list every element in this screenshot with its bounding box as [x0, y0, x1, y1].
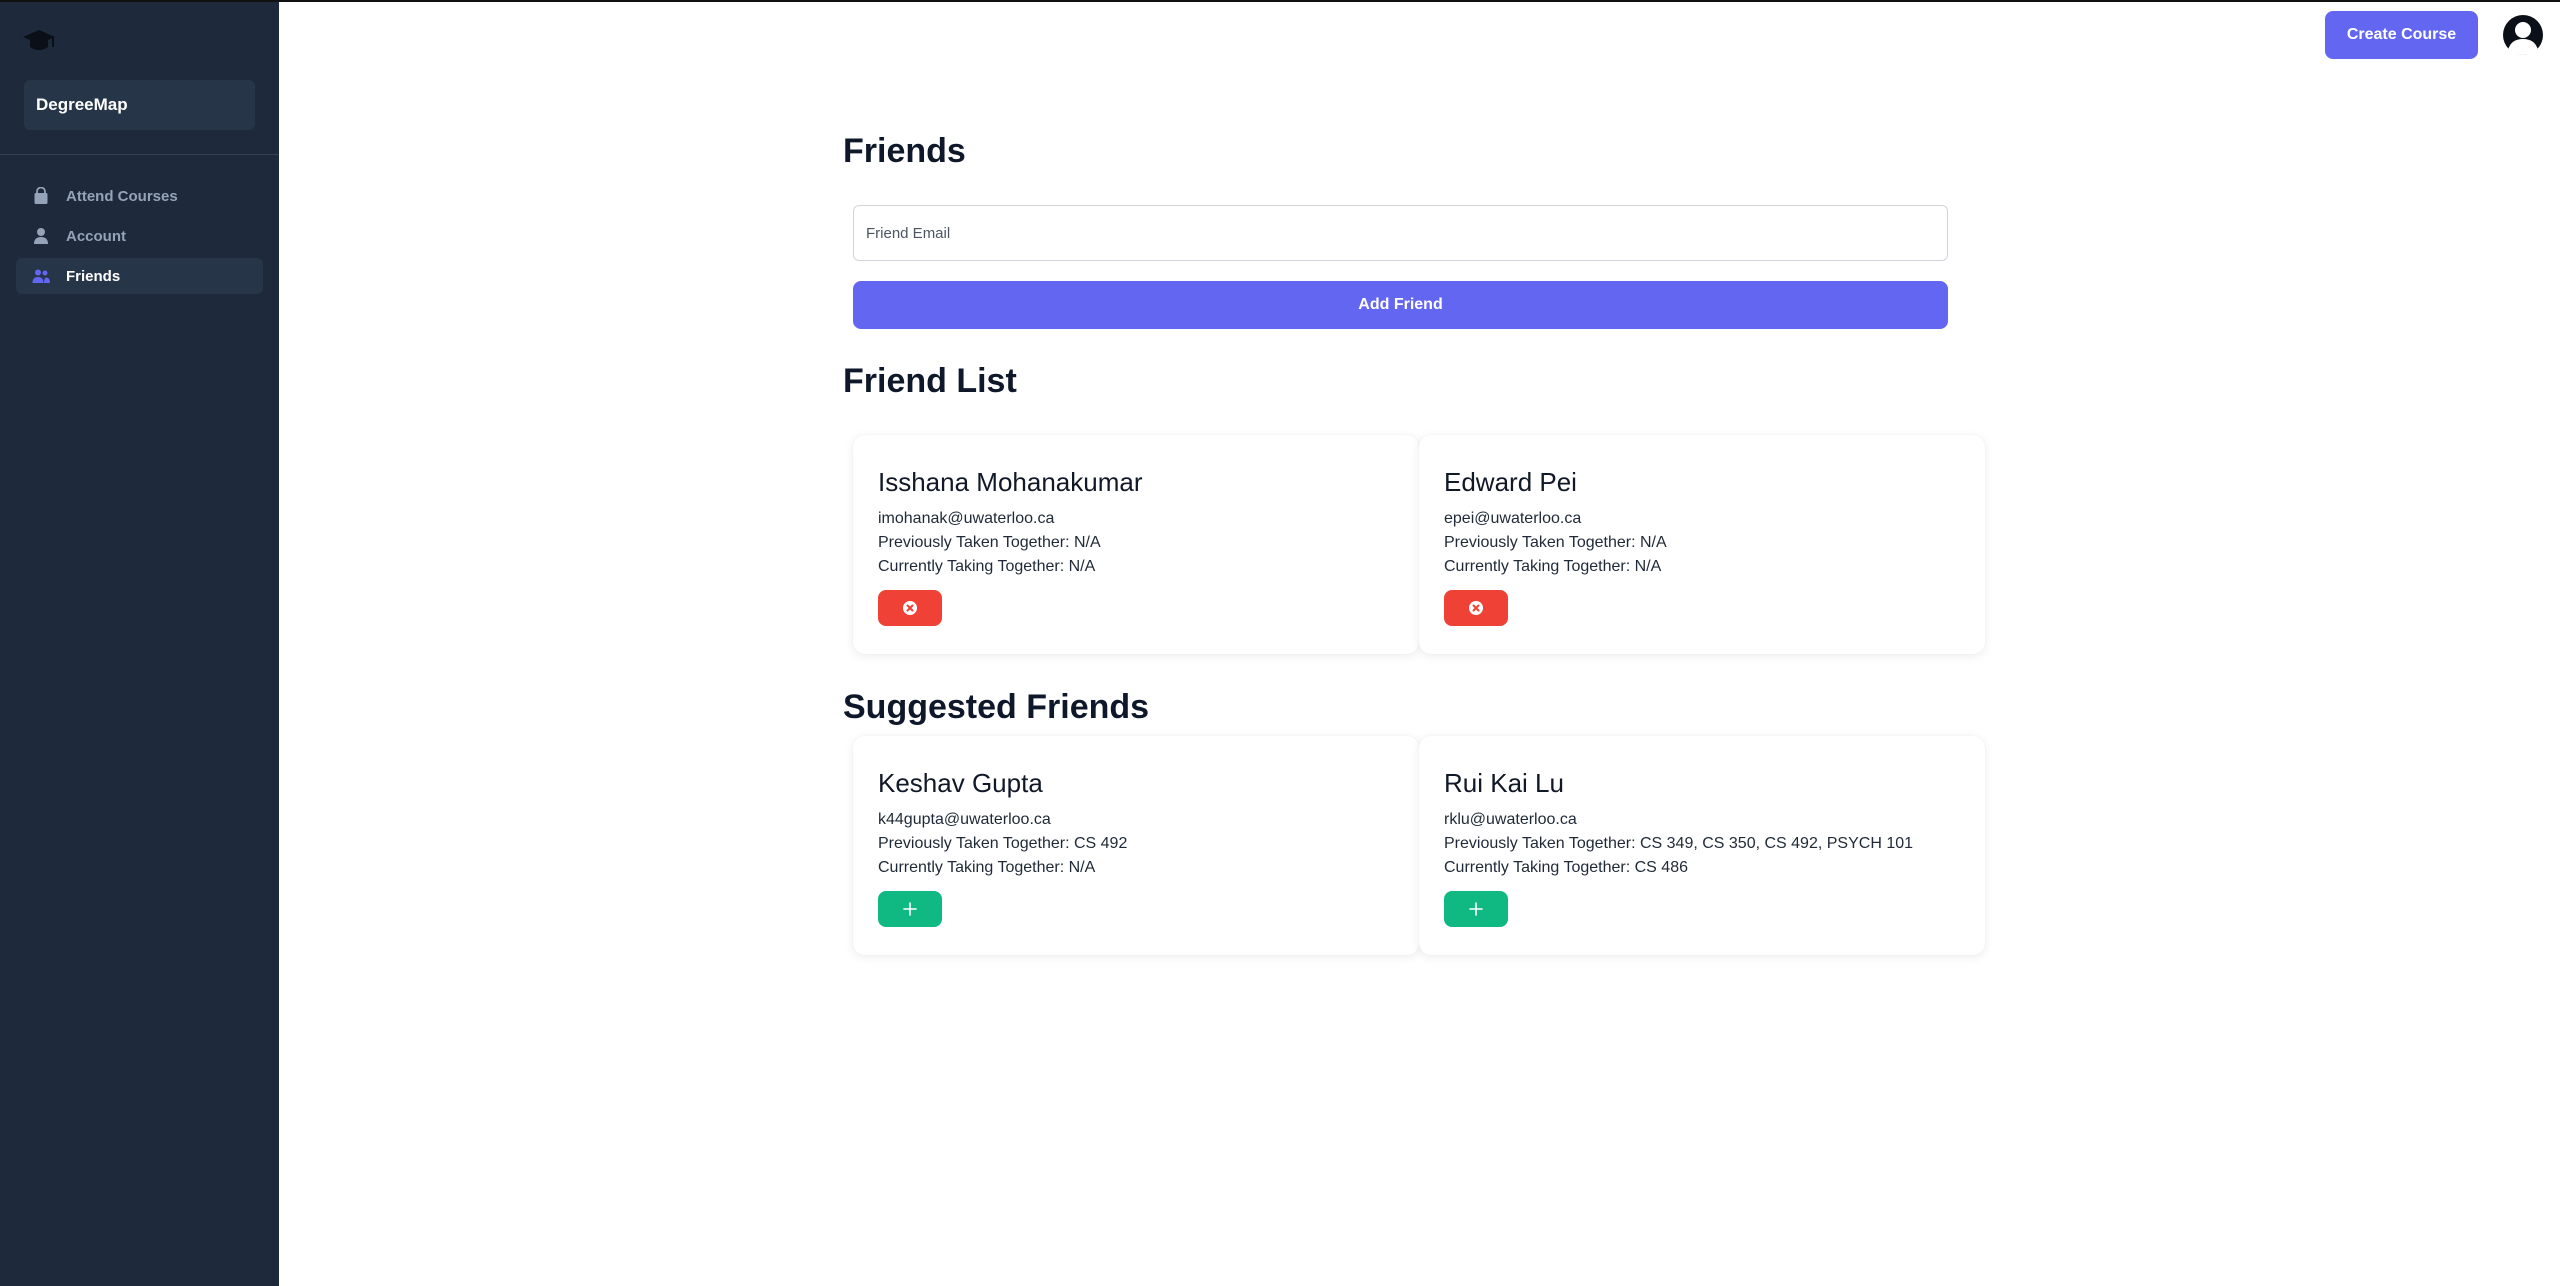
suggested-friend-card: Keshav Gupta k44gupta@uwaterloo.ca Previ…	[853, 736, 1419, 955]
previously-taken: Previously Taken Together: N/A	[1444, 534, 1667, 551]
friend-email: rklu@uwaterloo.ca	[1444, 811, 1577, 828]
friend-list-title: Friend List	[843, 362, 1017, 400]
friend-email-input[interactable]	[853, 205, 1948, 261]
friend-email: k44gupta@uwaterloo.ca	[878, 811, 1051, 828]
plus-icon	[1469, 902, 1483, 916]
sidebar-divider	[0, 154, 279, 155]
sidebar-item-attend-courses[interactable]: Attend Courses	[16, 178, 263, 214]
currently-taking: Currently Taking Together: N/A	[878, 859, 1096, 876]
currently-taking: Currently Taking Together: N/A	[878, 558, 1096, 575]
add-suggested-friend-button[interactable]	[1444, 891, 1508, 927]
sidebar-item-account[interactable]: Account	[16, 218, 263, 254]
friend-email: epei@uwaterloo.ca	[1444, 510, 1582, 527]
friend-name: Rui Kai Lu	[1444, 768, 1564, 798]
graduation-cap-icon[interactable]	[22, 28, 56, 54]
friend-card: Edward Pei epei@uwaterloo.ca Previously …	[1419, 435, 1985, 654]
add-friend-button[interactable]: Add Friend	[853, 281, 1948, 329]
user-avatar-icon[interactable]	[2502, 14, 2544, 56]
currently-taking: Currently Taking Together: N/A	[1444, 558, 1662, 575]
remove-circle-icon	[903, 601, 917, 615]
sidebar-item-label: Account	[66, 227, 126, 245]
page-title: Friends	[843, 132, 966, 170]
suggested-friend-card: Rui Kai Lu rklu@uwaterloo.ca Previously …	[1419, 736, 1985, 955]
previously-taken: Previously Taken Together: CS 349, CS 35…	[1444, 835, 1914, 852]
remove-friend-button[interactable]	[878, 590, 942, 626]
sidebar-item-label: Attend Courses	[66, 187, 178, 205]
suggested-friends-title: Suggested Friends	[843, 688, 1150, 726]
users-icon	[32, 269, 50, 283]
previously-taken: Previously Taken Together: N/A	[878, 534, 1101, 551]
remove-friend-button[interactable]	[1444, 590, 1508, 626]
friend-name: Keshav Gupta	[878, 768, 1043, 798]
create-course-button[interactable]: Create Course	[2325, 11, 2478, 59]
add-suggested-friend-button[interactable]	[878, 891, 942, 927]
friend-card: Isshana Mohanakumar imohanak@uwaterloo.c…	[853, 435, 1419, 654]
brand-name[interactable]: DegreeMap	[24, 80, 255, 130]
previously-taken: Previously Taken Together: CS 492	[878, 835, 1128, 852]
sidebar-item-friends[interactable]: Friends	[16, 258, 263, 294]
friend-name: Isshana Mohanakumar	[878, 467, 1143, 497]
remove-circle-icon	[1469, 601, 1483, 615]
sidebar-nav: Attend Courses Account Friends	[16, 178, 263, 298]
user-icon	[34, 228, 48, 244]
bag-icon	[34, 187, 48, 204]
top-border	[279, 0, 2560, 2]
plus-icon	[903, 902, 917, 916]
friend-email: imohanak@uwaterloo.ca	[878, 510, 1055, 527]
friend-name: Edward Pei	[1444, 467, 1577, 497]
sidebar: DegreeMap Attend Courses Account Friends	[0, 0, 279, 1286]
currently-taking: Currently Taking Together: CS 486	[1444, 859, 1688, 876]
sidebar-item-label: Friends	[66, 267, 121, 285]
